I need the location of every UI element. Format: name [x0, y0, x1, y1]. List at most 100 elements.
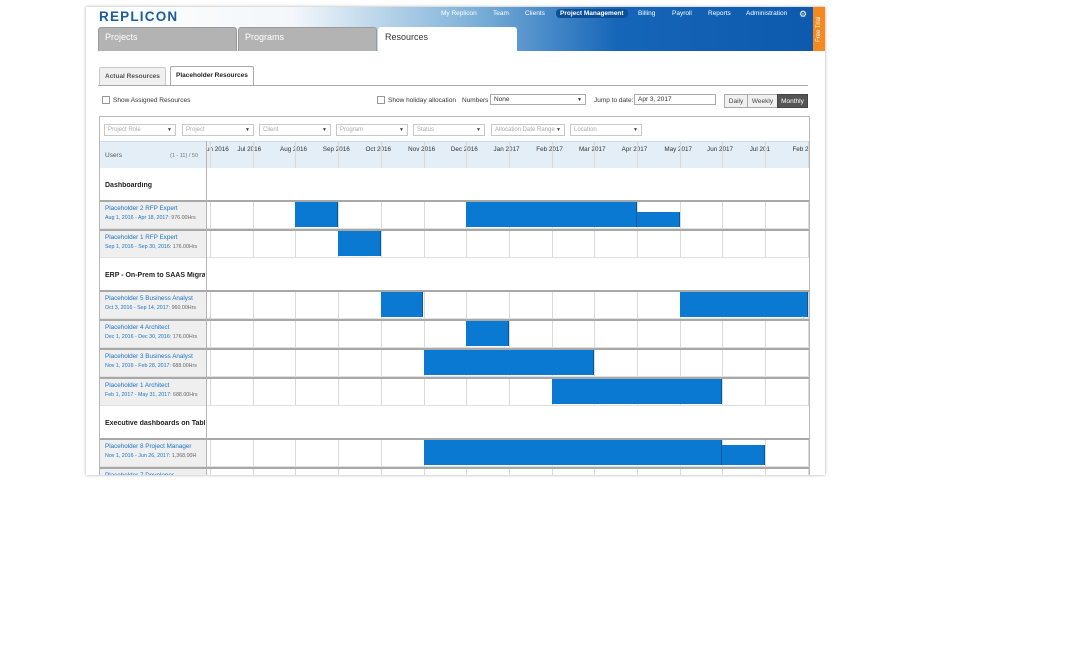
daily-button[interactable]: Daily — [724, 94, 748, 108]
resource-dates: Dec 1, 2016 - Dec 30, 2016: — [105, 334, 173, 340]
nav-reports[interactable]: Reports — [708, 10, 731, 17]
month-label: Jan 2017 — [493, 146, 520, 153]
show-holiday-checkbox[interactable] — [377, 96, 385, 104]
resource-dates: Sep 1, 2016 - Sep 30, 2016: — [105, 244, 173, 250]
resource-dates: Feb 1, 2017 - May 31, 2017: — [105, 392, 174, 398]
month-label: Feb 2017 — [536, 146, 563, 153]
filter-label: Allocation Date Range — [495, 127, 555, 133]
filter-client[interactable]: Client ▼ — [259, 124, 331, 136]
filter-project[interactable]: Project ▼ — [182, 124, 254, 136]
allocation-bar[interactable] — [295, 202, 339, 227]
free-trial-tab[interactable]: Free Trial — [813, 7, 825, 51]
chevron-down-icon: ▼ — [556, 127, 561, 133]
resource-date-range: Nov 1, 2016 - Feb 28, 2017: 688.00Hrs — [105, 363, 197, 369]
resource-cell: Placeholder 7 Developer — [100, 469, 206, 475]
resource-name-link[interactable]: Placeholder 8 Project Manager — [105, 443, 191, 450]
top-header: REPLICON My Replicon Team Clients Projec… — [86, 7, 825, 51]
month-label: Apr 2017 — [621, 146, 648, 153]
replicon-logo[interactable]: REPLICON — [99, 9, 178, 24]
filter-status[interactable]: Status ▼ — [413, 124, 485, 136]
allocation-bar[interactable] — [637, 212, 680, 227]
resource-name-link[interactable]: Placeholder 5 Business Analyst — [105, 295, 193, 302]
nav-team[interactable]: Team — [493, 10, 509, 17]
column-divider — [206, 141, 207, 475]
tab-projects[interactable]: Projects — [98, 27, 237, 51]
resource-name-link[interactable]: Placeholder 4 Architect — [105, 324, 169, 331]
filter-project-role[interactable]: Project Role ▼ — [104, 124, 176, 136]
filter-label: Project — [186, 127, 205, 133]
weekly-button[interactable]: Weekly — [747, 94, 778, 108]
filter-location[interactable]: Location ▼ — [570, 124, 642, 136]
resource-cell: Placeholder 1 RFP Expert Sep 1, 2016 - Se… — [100, 231, 206, 257]
resource-name-link[interactable]: Placeholder 1 Architect — [105, 382, 169, 389]
resource-cell: Placeholder 1 Architect Feb 1, 2017 - May… — [100, 379, 206, 405]
chevron-down-icon: ▼ — [245, 127, 250, 133]
resource-name-link[interactable]: Placeholder 1 RFP Expert — [105, 234, 178, 241]
numbers-select[interactable]: None ▼ — [490, 94, 586, 105]
month-label: Jul 2016 — [237, 146, 262, 153]
resource-cell: Placeholder 8 Project Manager Nov 1, 2016… — [100, 440, 206, 466]
resource-name-link[interactable]: Placeholder 7 Developer — [105, 472, 174, 475]
resource-name-link[interactable]: Placeholder 3 Business Analyst — [105, 353, 193, 360]
filter-label: Project Role — [108, 127, 141, 133]
resource-dates: Nov 1, 2016 - Jun 26, 2017: — [105, 453, 172, 459]
subtab-placeholder-resources[interactable]: Placeholder Resources — [170, 66, 254, 86]
filter-label: Program — [340, 127, 364, 133]
month-label: Sep 2016 — [322, 146, 350, 153]
filter-program[interactable]: Program ▼ — [336, 124, 408, 136]
filter-label: Status — [417, 127, 435, 133]
show-assigned-checkbox[interactable] — [102, 96, 110, 104]
allocation-bar[interactable] — [423, 440, 723, 465]
group-title: Executive dashboards on Tabl — [105, 420, 205, 427]
allocation-bar[interactable] — [466, 321, 509, 346]
subtab-actual-resources[interactable]: Actual Resources — [99, 67, 166, 85]
tab-programs[interactable]: Programs — [238, 27, 377, 51]
nav-project-management[interactable]: Project Management — [556, 9, 628, 18]
filter-label: Client — [263, 127, 279, 133]
allocation-bar[interactable] — [380, 292, 424, 317]
allocation-bar[interactable] — [423, 350, 595, 375]
tab-resources[interactable]: Resources — [378, 27, 517, 51]
chevron-down-icon: ▼ — [476, 127, 481, 133]
resource-date-range: Aug 1, 2016 - Apr 18, 2017: 976.00Hrs — [105, 215, 196, 221]
scroll-right-icon[interactable]: › — [802, 313, 805, 322]
allocation-bar[interactable] — [679, 292, 808, 317]
jump-to-date-input[interactable]: Apr 3, 2017 — [634, 94, 716, 105]
resource-date-range: Feb 1, 2017 - May 31, 2017: 688.00Hrs — [105, 392, 197, 398]
month-label: Mar 2017 — [578, 146, 606, 153]
allocation-bar[interactable] — [466, 202, 637, 227]
gear-icon[interactable]: ⚙ — [799, 9, 807, 20]
resource-date-range: Dec 1, 2016 - Dec 30, 2016: 176.00Hrs — [105, 334, 197, 340]
filter-label: Location — [574, 127, 597, 133]
nav-clients[interactable]: Clients — [525, 10, 545, 17]
numbers-select-value: None — [494, 96, 510, 103]
monthly-button[interactable]: Monthly — [777, 94, 808, 108]
resource-hours: 688.00Hrs — [173, 392, 198, 398]
resource-name-link[interactable]: Placeholder 2 RFP Expert — [105, 205, 178, 212]
allocation-bar[interactable] — [722, 445, 766, 465]
show-assigned-label: Show Assigned Resources — [113, 97, 191, 104]
nav-administration[interactable]: Administration — [746, 10, 787, 17]
chevron-down-icon: ▼ — [399, 127, 404, 133]
resource-hours: 1,368.00H — [171, 453, 197, 459]
allocation-bar[interactable] — [551, 379, 723, 404]
nav-payroll[interactable]: Payroll — [672, 10, 692, 17]
chevron-down-icon: ▼ — [577, 97, 582, 103]
nav-my-replicon[interactable]: My Replicon — [441, 10, 477, 17]
resource-cell: Placeholder 2 RFP Expert Aug 1, 2016 - Ap… — [100, 202, 206, 228]
month-label: Nov 2016 — [408, 146, 436, 153]
nav-billing[interactable]: Billing — [638, 10, 655, 17]
resource-dates: Aug 1, 2016 - Apr 18, 2017: — [105, 215, 172, 221]
resource-date-range: Sep 1, 2016 - Sep 30, 2016: 176.00Hrs — [105, 244, 197, 250]
subtab-divider — [98, 85, 808, 86]
resource-dates: Oct 3, 2016 - Sep 14, 2017: — [105, 305, 172, 311]
resource-hours: 176.00Hrs — [172, 334, 198, 340]
scroll-left-icon[interactable]: ‹ — [209, 313, 212, 322]
app-window: REPLICON My Replicon Team Clients Projec… — [86, 7, 825, 475]
resource-cell: Placeholder 4 Architect Dec 1, 2016 - Dec… — [100, 321, 206, 347]
allocation-bar[interactable] — [338, 231, 381, 256]
resource-hours: 960.00Hrs — [171, 305, 197, 311]
month-label: Oct 2016 — [365, 146, 391, 153]
filter-allocation-date-range[interactable]: Allocation Date Range ▼ — [491, 124, 565, 136]
numbers-label: Numbers — [462, 97, 489, 104]
